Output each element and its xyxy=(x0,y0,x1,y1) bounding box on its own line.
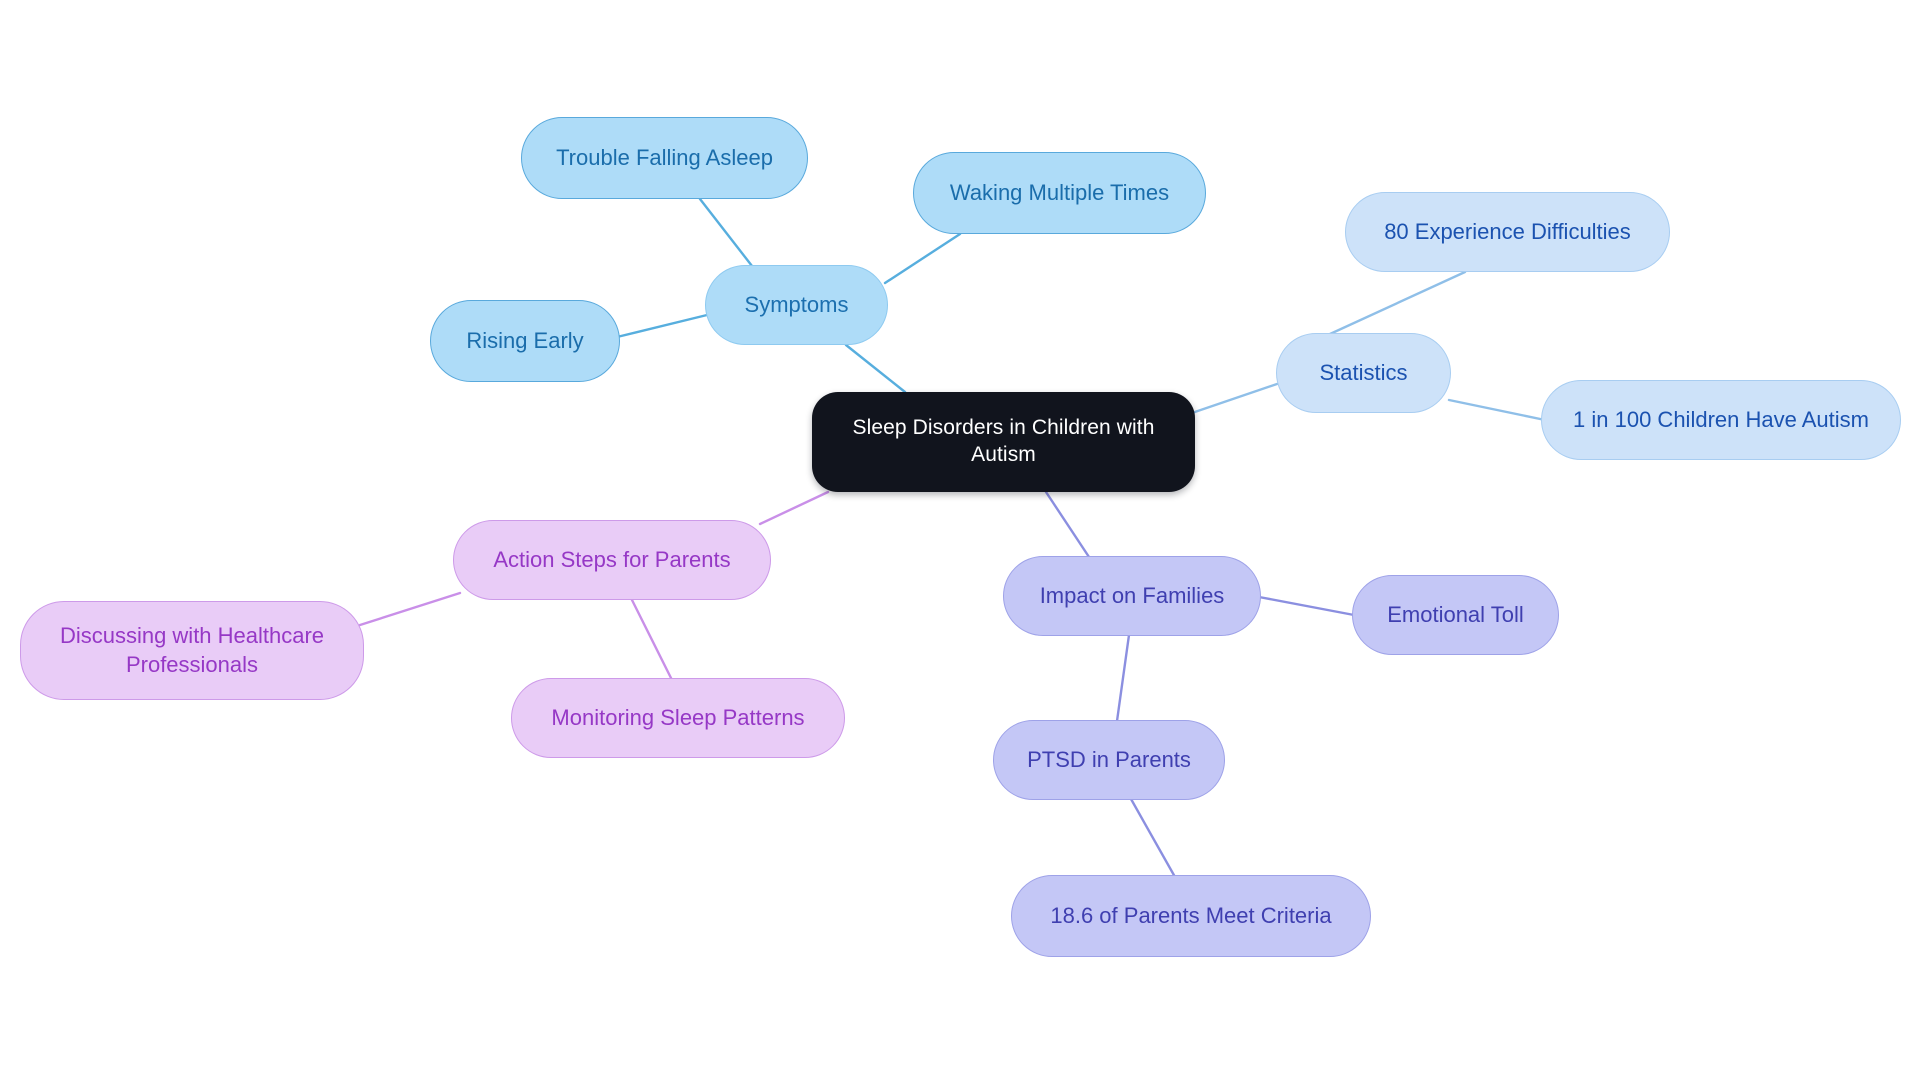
node-label: PTSD in Parents xyxy=(1027,746,1191,772)
mindmap-node-statistics[interactable]: Statistics xyxy=(1276,333,1451,413)
mindmap-node-ptsd-in-parents[interactable]: PTSD in Parents xyxy=(993,720,1225,800)
mindmap-node-discussing-with-healthcare-professionals[interactable]: Discussing with Healthcare Professionals xyxy=(20,601,364,700)
mindmap-edge xyxy=(1115,633,1131,723)
mindmap-edge xyxy=(698,197,754,268)
mindmap-node-action-steps-for-parents[interactable]: Action Steps for Parents xyxy=(453,520,771,600)
mindmap-node-symptoms[interactable]: Symptoms xyxy=(705,265,888,345)
mindmap-edge xyxy=(358,591,462,627)
node-label: Symptoms xyxy=(744,291,849,317)
node-label: Trouble Falling Asleep xyxy=(556,144,773,170)
node-label: 1 in 100 Children Have Autism xyxy=(1573,406,1869,432)
node-label: 18.6 of Parents Meet Criteria xyxy=(1050,902,1332,928)
node-label: Emotional Toll xyxy=(1387,601,1524,627)
mindmap-edge xyxy=(1257,595,1356,617)
mindmap-edge xyxy=(1129,797,1177,879)
mindmap-edge xyxy=(1447,398,1547,422)
mindmap-root-node-root[interactable]: Sleep Disorders in Children with Autism xyxy=(812,392,1195,492)
mindmap-edge xyxy=(758,490,830,526)
mindmap-edge xyxy=(629,596,674,682)
mindmap-canvas: Trouble Falling Asleep Waking Multiple Ti… xyxy=(0,0,1920,1083)
mindmap-edge xyxy=(844,343,907,394)
mindmap-node-trouble-falling-asleep[interactable]: Trouble Falling Asleep xyxy=(521,117,808,199)
mindmap-node-monitoring-sleep-patterns[interactable]: Monitoring Sleep Patterns xyxy=(511,678,845,758)
mindmap-edge xyxy=(883,232,962,285)
mindmap-node-emotional-toll[interactable]: Emotional Toll xyxy=(1352,575,1559,655)
node-label: Action Steps for Parents xyxy=(493,546,731,572)
mindmap-node-rising-early[interactable]: Rising Early xyxy=(430,300,620,382)
mindmap-node-80-experience-difficulties[interactable]: 80 Experience Difficulties xyxy=(1345,192,1670,272)
node-label: Impact on Families xyxy=(1039,582,1225,608)
node-label: Rising Early xyxy=(466,327,584,353)
mindmap-edge xyxy=(1044,490,1091,559)
mindmap-edge xyxy=(1184,382,1279,417)
mindmap-edge xyxy=(1328,270,1467,336)
node-label: Discussing with Healthcare Professionals xyxy=(59,623,325,677)
mindmap-edge xyxy=(615,313,709,339)
node-label: 80 Experience Difficulties xyxy=(1384,218,1631,244)
mindmap-node-waking-multiple-times[interactable]: Waking Multiple Times xyxy=(913,152,1206,234)
mindmap-node-1-in-100-children-have-autism[interactable]: 1 in 100 Children Have Autism xyxy=(1541,380,1901,460)
node-label: Waking Multiple Times xyxy=(949,179,1170,205)
node-label: Sleep Disorders in Children with Autism xyxy=(852,416,1155,466)
node-label: Monitoring Sleep Patterns xyxy=(551,704,805,730)
node-label: Statistics xyxy=(1319,359,1408,385)
mindmap-node-18-6-of-parents-meet-criteria[interactable]: 18.6 of Parents Meet Criteria xyxy=(1011,875,1371,957)
mindmap-node-impact-on-families[interactable]: Impact on Families xyxy=(1003,556,1261,636)
